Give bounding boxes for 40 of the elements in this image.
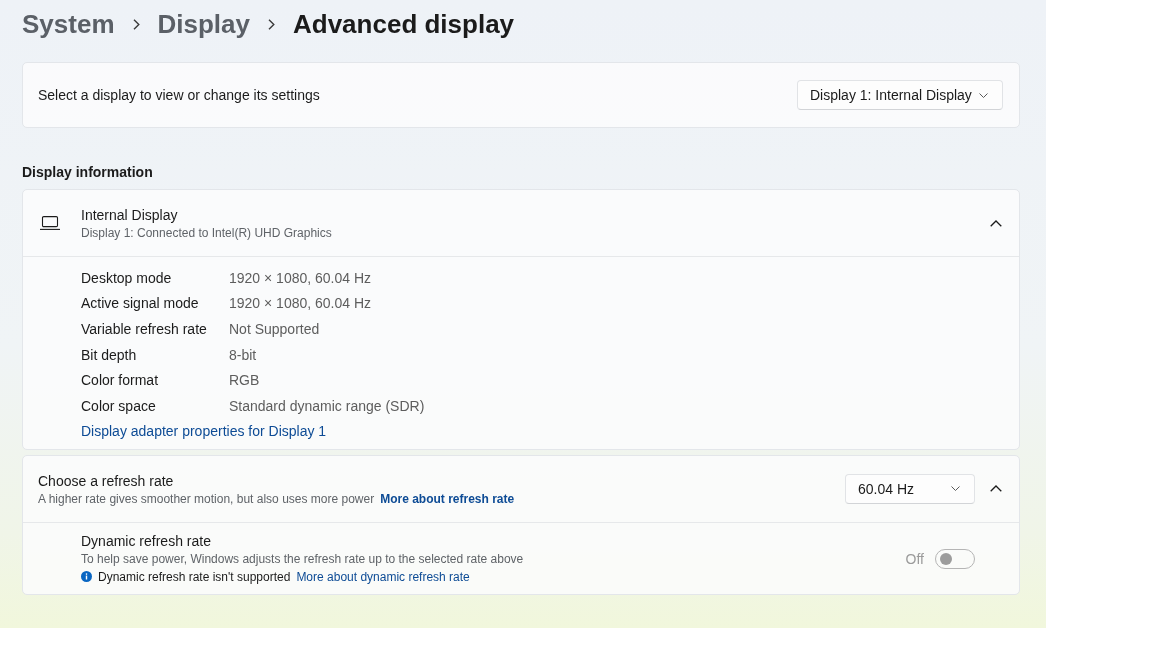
- refresh-rate-dropdown[interactable]: 60.04 Hz: [845, 473, 975, 504]
- chevron-right-icon: [132, 18, 140, 30]
- breadcrumb-link[interactable]: System: [22, 7, 115, 41]
- page-title: Advanced display: [293, 8, 515, 41]
- display-dropdown[interactable]: Display 1: Internal Display: [797, 80, 1003, 110]
- property-label: Bit depth: [81, 345, 137, 365]
- property-value: 1920 × 1080, 60.04 Hz: [229, 268, 372, 288]
- setting-label: Select a display to view or change its settings: [38, 86, 320, 105]
- setting-description: To help save power, Windows adjusts the refresh rate up to the selected rate above: [81, 550, 524, 567]
- device-subtitle: Display 1: Connected to Intel(R) UHD Graphics: [81, 225, 332, 241]
- collapse-button[interactable]: [989, 484, 1003, 494]
- toggle-state-label: Off: [905, 549, 924, 569]
- setting-title: Choose a refresh rate: [38, 471, 174, 491]
- property-value: 1920 × 1080, 60.04 Hz: [229, 294, 372, 314]
- collapse-button[interactable]: [989, 218, 1003, 228]
- breadcrumb-link[interactable]: Display: [157, 7, 250, 41]
- property-label: Color format: [81, 371, 159, 391]
- section-heading: Display information: [22, 163, 153, 182]
- property-label: Active signal mode: [81, 294, 199, 314]
- info-message: Dynamic refresh rate isn't supported: [98, 568, 291, 585]
- refresh-rate-link[interactable]: More about refresh rate: [380, 490, 515, 507]
- laptop-icon: [40, 216, 60, 230]
- property-value: RGB: [229, 371, 260, 391]
- property-label: Desktop mode: [81, 268, 172, 288]
- property-value: Not Supported: [229, 320, 320, 339]
- property-value: 8-bit: [229, 345, 257, 365]
- device-title: Internal Display: [81, 206, 178, 225]
- property-value: Standard dynamic range (SDR): [229, 396, 425, 416]
- dynamic-refresh-link[interactable]: More about dynamic refresh rate: [296, 568, 470, 585]
- chevron-up-icon: [990, 219, 1002, 227]
- chevron-down-icon: [951, 486, 960, 492]
- property-label: Variable refresh rate: [81, 320, 207, 339]
- chevron-down-icon: [979, 92, 988, 98]
- info-icon: [81, 571, 92, 583]
- chevron-up-icon: [990, 485, 1002, 493]
- adapter-properties-link[interactable]: Display adapter properties for Display 1: [81, 418, 327, 443]
- chevron-right-icon: [268, 18, 275, 30]
- property-label: Color space: [81, 396, 156, 416]
- setting-title: Dynamic refresh rate: [81, 531, 211, 551]
- setting-description: A higher rate gives smoother motion, but also uses more power: [38, 490, 375, 507]
